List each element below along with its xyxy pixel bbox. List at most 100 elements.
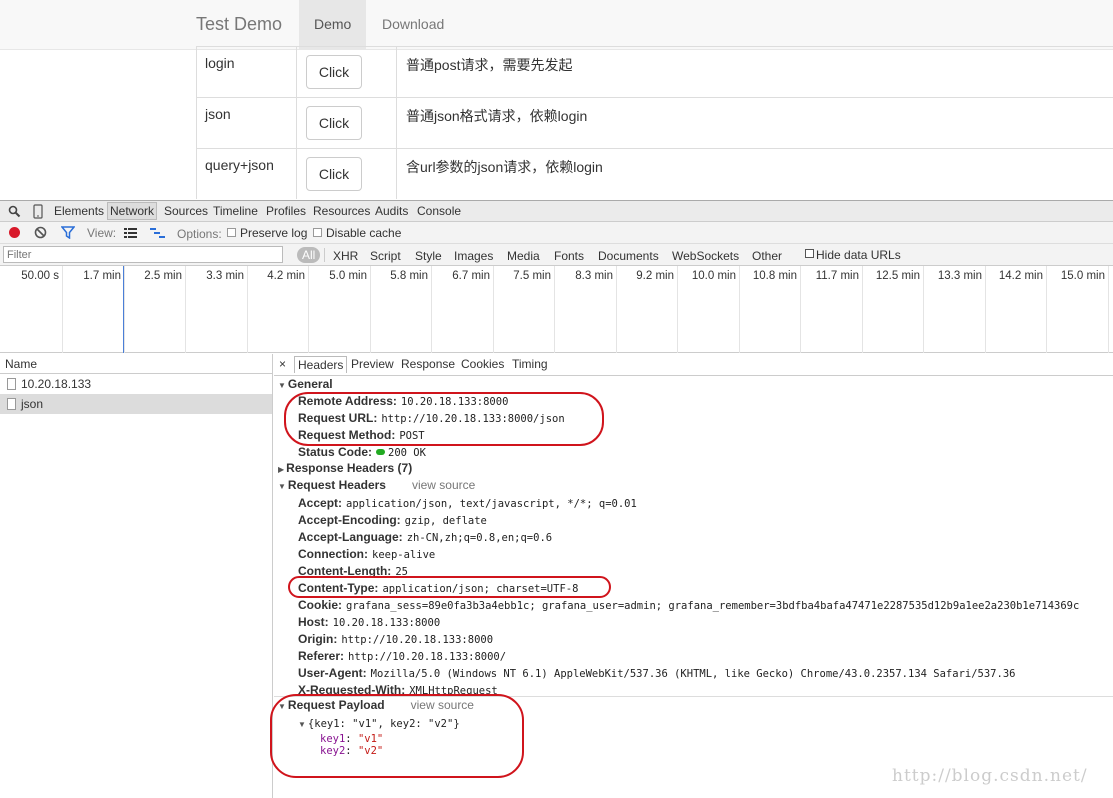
filter-type-style[interactable]: Style (415, 249, 442, 263)
large-rows-icon[interactable] (124, 228, 137, 238)
timeline-tick-label: 10.8 min (752, 270, 797, 282)
filter-input[interactable] (3, 246, 283, 263)
watermark: http://blog.csdn.net/ (892, 766, 1088, 786)
tab-audits[interactable]: Audits (375, 204, 408, 218)
brand-title[interactable]: Test Demo (196, 14, 282, 35)
filter-type-websockets[interactable]: WebSockets (672, 249, 739, 263)
row-name: json (196, 98, 297, 148)
table-row: login Click 普通post请求，需要先发起 (196, 46, 1113, 97)
tab-console[interactable]: Console (417, 204, 461, 218)
header-status-code: Status Code: 200 OK (298, 445, 426, 459)
row-description: 普通post请求，需要先发起 (406, 57, 573, 73)
request-header-row: Connection: keep-alive (298, 547, 436, 561)
close-icon[interactable]: × (279, 357, 286, 371)
login-click-button[interactable]: Click (306, 55, 362, 89)
requests-list: Name 10.20.18.133 json (0, 354, 273, 798)
filter-type-xhr[interactable]: XHR (333, 249, 358, 263)
annotation-oval (288, 576, 611, 598)
timeline-tick-label: 3.3 min (206, 270, 244, 282)
general-section-toggle[interactable]: ▼ General (278, 377, 333, 391)
preserve-log-checkbox[interactable] (227, 228, 236, 237)
request-row[interactable]: 10.20.18.133 (0, 374, 272, 394)
row-name: query+json (196, 149, 297, 199)
devtools-panel-bar: Elements Network Sources Timeline Profil… (0, 200, 1113, 222)
timeline-tick-label: 14.2 min (998, 270, 1043, 282)
options-label: Options: (177, 227, 222, 241)
overview-icon[interactable] (150, 227, 166, 239)
timeline-tick-label: 5.8 min (390, 270, 428, 282)
annotation-oval (284, 392, 604, 446)
request-name: json (21, 397, 44, 411)
response-headers-toggle[interactable]: ▶ Response Headers (7) (278, 461, 412, 475)
timeline-overview[interactable]: 50.00 s 1.7 min 2.5 min 3.3 min 4.2 min 5.0 m… (0, 266, 1113, 353)
timeline-tick-label: 13.3 min (937, 270, 982, 282)
tab-profiles[interactable]: Profiles (266, 204, 306, 218)
timeline-tick-label: 12.5 min (875, 270, 920, 282)
request-name: 10.20.18.133 (21, 377, 92, 391)
nav-tab-demo[interactable]: Demo (299, 0, 367, 49)
filter-type-fonts[interactable]: Fonts (554, 249, 584, 263)
tab-timeline[interactable]: Timeline (213, 204, 258, 218)
tab-headers[interactable]: Headers (294, 356, 348, 373)
tab-network[interactable]: Network (107, 202, 158, 220)
filter-icon[interactable] (61, 226, 75, 239)
filter-type-documents[interactable]: Documents (598, 249, 659, 263)
annotation-oval (270, 694, 524, 778)
triangle-down-icon: ▼ (278, 381, 286, 390)
view-label: View: (87, 226, 117, 240)
request-header-row: Accept-Encoding: gzip, deflate (298, 513, 487, 527)
hide-data-urls-label: Hide data URLs (816, 248, 901, 262)
timeline-tick-label: 5.0 min (329, 270, 367, 282)
tab-response[interactable]: Response (401, 357, 455, 371)
filter-type-all[interactable]: All (297, 247, 321, 263)
network-toolbar: View: Options: Preserve log Disable cach… (0, 222, 1113, 244)
filter-type-media[interactable]: Media (507, 249, 540, 263)
record-icon[interactable] (8, 226, 21, 239)
nav-tab-download[interactable]: Download (367, 0, 459, 49)
row-description: 含url参数的json请求，依赖login (406, 159, 603, 175)
status-ok-icon (376, 449, 386, 456)
search-icon[interactable] (8, 205, 21, 218)
request-headers-toggle[interactable]: ▼ Request Headers view source (278, 478, 475, 492)
tab-resources[interactable]: Resources (313, 204, 370, 218)
timeline-tick-label: 7.5 min (513, 270, 551, 282)
json-click-button[interactable]: Click (306, 106, 362, 140)
request-header-row: Referer: http://10.20.18.133:8000/ (298, 649, 507, 663)
table-row: json Click 普通json格式请求，依赖login (196, 97, 1113, 148)
preserve-log-label: Preserve log (240, 226, 308, 240)
filter-bar: All XHR Script Style Images Media Fonts … (0, 244, 1113, 266)
timeline-tick-label: 50.00 s (21, 270, 59, 282)
triangle-right-icon: ▶ (278, 465, 285, 474)
name-column-header[interactable]: Name (0, 354, 272, 374)
timeline-tick-label: 4.2 min (267, 270, 305, 282)
timeline-tick-label: 1.7 min (83, 270, 121, 282)
disable-cache-checkbox[interactable] (313, 228, 322, 237)
filter-type-images[interactable]: Images (454, 249, 493, 263)
request-header-row: Accept-Language: zh-CN,zh;q=0.8,en;q=0.6 (298, 530, 553, 544)
timeline-request-marker (123, 266, 124, 353)
row-description: 普通json格式请求，依赖login (406, 108, 588, 124)
triangle-down-icon: ▼ (278, 482, 286, 491)
device-mode-icon[interactable] (33, 204, 43, 219)
tab-elements[interactable]: Elements (54, 204, 104, 218)
timeline-tick-label: 6.7 min (452, 270, 490, 282)
tab-cookies[interactable]: Cookies (461, 357, 504, 371)
view-source-link[interactable]: view source (412, 478, 475, 492)
clear-icon[interactable] (34, 226, 47, 239)
timeline-tick-label: 15.0 min (1060, 270, 1105, 282)
row-name: login (196, 47, 297, 97)
tab-timing[interactable]: Timing (512, 357, 548, 371)
tab-sources[interactable]: Sources (164, 204, 208, 218)
request-row[interactable]: json (0, 394, 272, 414)
request-header-row: Host: 10.20.18.133:8000 (298, 615, 441, 629)
request-header-row: Cookie: grafana_sess=89e0fa3b3a4ebb1c; gr… (298, 598, 1080, 612)
tab-preview[interactable]: Preview (351, 357, 394, 371)
filter-type-script[interactable]: Script (370, 249, 401, 263)
filter-type-other[interactable]: Other (752, 249, 782, 263)
navbar: Test Demo Demo Download (0, 0, 1113, 50)
disable-cache-label: Disable cache (326, 226, 402, 240)
query-json-click-button[interactable]: Click (306, 157, 362, 191)
timeline-gridline (1108, 266, 1109, 353)
hide-data-urls-checkbox[interactable] (805, 249, 814, 258)
timeline-tick-label: 2.5 min (144, 270, 182, 282)
